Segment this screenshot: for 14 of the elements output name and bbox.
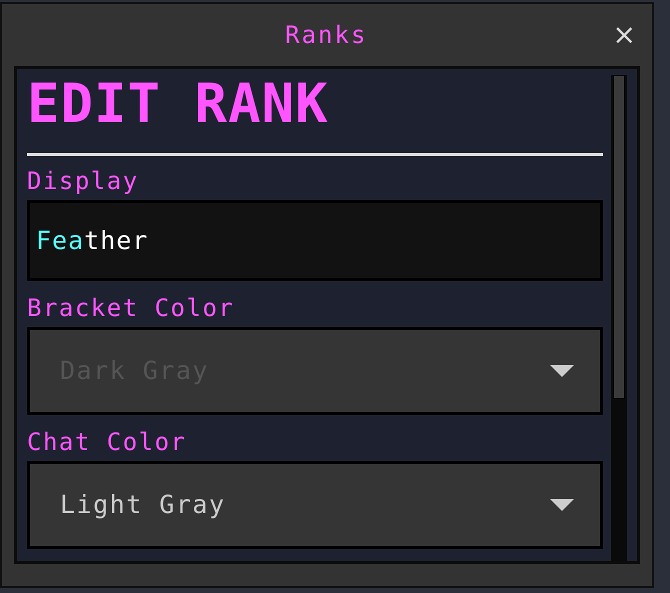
input-field[interactable]: Feather [27,200,603,281]
dropdown-value: Light Gray [60,490,227,520]
dropdown[interactable]: Light Gray [27,460,603,549]
close-button[interactable]: × [608,21,640,49]
field-label: Chat Color [27,426,188,457]
field-text: Fea [36,226,84,256]
window-title: Ranks [284,21,368,49]
scrollbar[interactable] [611,75,627,561]
caret-icon [550,498,574,511]
caret-icon [550,364,574,377]
page-heading: EDIT RANK [27,73,330,137]
field-label: Bracket Color [27,292,236,323]
field-text: ther [84,226,148,256]
field-label: Display [27,166,140,196]
